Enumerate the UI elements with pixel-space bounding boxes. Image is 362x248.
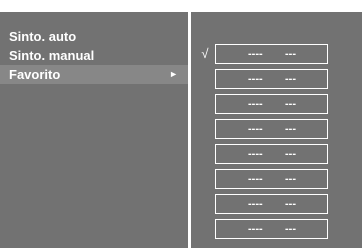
menu-item-sinto-auto[interactable]: Sinto. auto — [0, 27, 188, 46]
slot-channel-name: --- — [285, 198, 296, 210]
favorites-panel: √ ---- --- ---- --- ---- --- ---- --- --… — [191, 12, 362, 248]
favorite-slot-row[interactable]: √ ---- --- — [191, 44, 362, 64]
arrow-right-icon: ► — [169, 69, 178, 79]
menu-item-label: Favorito — [9, 67, 61, 82]
favorite-slot[interactable]: ---- --- — [215, 44, 328, 64]
slot-channel-number: ---- — [248, 198, 263, 210]
favorite-slot[interactable]: ---- --- — [215, 94, 328, 114]
favorite-slot-row[interactable]: ---- --- — [191, 169, 362, 189]
slot-channel-number: ---- — [248, 98, 263, 110]
slot-channel-name: --- — [285, 73, 296, 85]
slot-channel-name: --- — [285, 223, 296, 235]
favorite-slot-row[interactable]: ---- --- — [191, 194, 362, 214]
favorite-slot[interactable]: ---- --- — [215, 219, 328, 239]
slot-channel-number: ---- — [248, 73, 263, 85]
menu-item-label: Sinto. auto — [9, 29, 77, 44]
slot-channel-name: --- — [285, 48, 296, 60]
slot-channel-name: --- — [285, 173, 296, 185]
slot-channel-number: ---- — [248, 48, 263, 60]
menu-item-favorito[interactable]: Favorito ► — [0, 65, 188, 84]
check-mark-icon: √ — [201, 46, 209, 61]
favorite-slot-row[interactable]: ---- --- — [191, 94, 362, 114]
menu-item-label: Sinto. manual — [9, 48, 95, 63]
favorite-slot[interactable]: ---- --- — [215, 194, 328, 214]
slot-channel-number: ---- — [248, 148, 263, 160]
slot-channel-name: --- — [285, 123, 296, 135]
favorite-slot-row[interactable]: ---- --- — [191, 69, 362, 89]
channel-menu-panel: Sinto. auto Sinto. manual Favorito ► — [0, 12, 188, 248]
channel-menu-list: Sinto. auto Sinto. manual Favorito ► — [0, 27, 188, 84]
favorite-slot[interactable]: ---- --- — [215, 144, 328, 164]
tv-osd-menu: Sinto. auto Sinto. manual Favorito ► √ -… — [0, 0, 362, 248]
slot-channel-number: ---- — [248, 123, 263, 135]
favorite-slot[interactable]: ---- --- — [215, 169, 328, 189]
favorite-slot-row[interactable]: ---- --- — [191, 144, 362, 164]
menu-item-sinto-manual[interactable]: Sinto. manual — [0, 46, 188, 65]
favorite-slot-row[interactable]: ---- --- — [191, 119, 362, 139]
favorite-slot[interactable]: ---- --- — [215, 119, 328, 139]
favorite-slot-row[interactable]: ---- --- — [191, 219, 362, 239]
slot-channel-number: ---- — [248, 223, 263, 235]
slot-channel-name: --- — [285, 98, 296, 110]
slot-channel-name: --- — [285, 148, 296, 160]
favorite-slot[interactable]: ---- --- — [215, 69, 328, 89]
slot-channel-number: ---- — [248, 173, 263, 185]
